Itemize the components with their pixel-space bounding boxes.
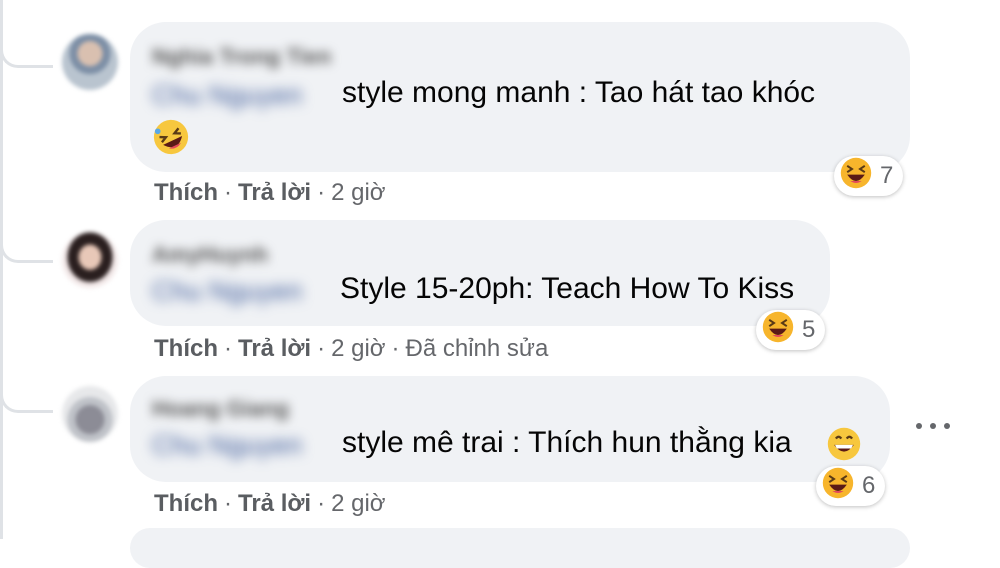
comment-author[interactable]: Nghia Trong Tien <box>152 44 331 70</box>
edited-label[interactable]: Đã chỉnh sửa <box>406 335 549 362</box>
reaction-count[interactable]: 6 <box>816 466 886 506</box>
reply-button[interactable]: Trả lời <box>238 179 311 206</box>
thread-connector <box>0 370 53 413</box>
rolling-laughing-emoji-icon <box>152 118 190 161</box>
avatar[interactable] <box>62 232 118 288</box>
comment-mention[interactable]: Chu Nguyen <box>152 276 302 307</box>
comment-actions: Thích · Trả lời · 2 giờ <box>154 179 386 207</box>
avatar[interactable] <box>62 386 118 442</box>
thread-connector <box>0 220 53 263</box>
separator: · <box>224 490 232 517</box>
more-options-icon[interactable] <box>916 414 950 438</box>
comment-timestamp[interactable]: 2 giờ <box>331 179 385 206</box>
thread-connector <box>0 20 53 68</box>
like-button[interactable]: Thích <box>154 490 218 517</box>
like-button[interactable]: Thích <box>154 179 218 206</box>
separator: · <box>391 335 400 362</box>
reaction-count[interactable]: 5 <box>756 310 826 350</box>
comment-timestamp[interactable]: 2 giờ <box>331 490 385 517</box>
separator: · <box>224 335 232 362</box>
comment-actions: Thích · Trả lời · 2 giờ <box>154 490 386 518</box>
laughing-emoji-icon <box>762 311 794 350</box>
laughing-emoji-icon <box>822 467 854 506</box>
comment-text: Style 15-20ph: Teach How To Kiss <box>340 272 795 305</box>
comment-text: style mê trai : Thích hun thằng kia <box>342 426 792 459</box>
reaction-count[interactable]: 7 <box>834 156 904 196</box>
separator: · <box>224 179 232 206</box>
comment-author[interactable]: AmyHuynh <box>152 242 268 268</box>
separator: · <box>317 179 326 206</box>
separator: · <box>317 335 326 362</box>
separator: · <box>317 490 326 517</box>
grinning-emoji-icon <box>826 426 862 467</box>
comment-mention[interactable]: Chu Nguyen <box>152 80 302 111</box>
reaction-number: 7 <box>880 162 894 189</box>
thread-line <box>0 0 3 539</box>
comment-author[interactable]: Hoang Giang <box>152 396 289 422</box>
like-button[interactable]: Thích <box>154 335 218 362</box>
reply-button[interactable]: Trả lời <box>238 335 311 362</box>
laughing-emoji-icon <box>840 157 872 196</box>
reaction-number: 5 <box>802 316 816 343</box>
reply-button[interactable]: Trả lời <box>238 490 311 517</box>
comment-mention[interactable]: Chu Nguyen <box>152 430 302 461</box>
comment-actions: Thích · Trả lời · 2 giờ · Đã chỉnh sửa <box>154 335 548 363</box>
reaction-number: 6 <box>862 472 876 499</box>
avatar[interactable] <box>62 34 118 90</box>
next-comment-bubble <box>130 528 910 568</box>
comment-text: style mong manh : Tao hát tao khóc <box>342 76 816 109</box>
comment-timestamp[interactable]: 2 giờ <box>331 335 385 362</box>
